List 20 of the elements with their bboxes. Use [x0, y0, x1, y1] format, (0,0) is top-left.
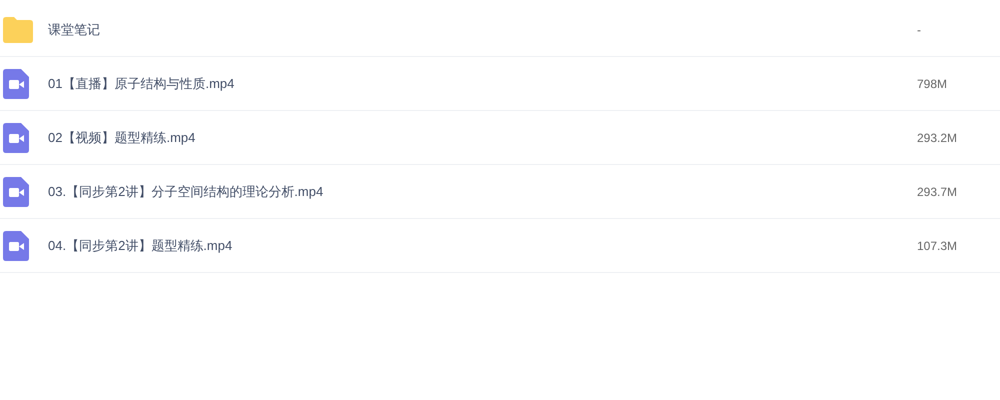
video-file-icon: [3, 122, 29, 152]
file-row[interactable]: 课堂笔记 -: [0, 3, 1000, 57]
video-file-icon: [3, 230, 29, 260]
file-name: 03.【同步第2讲】分子空间结构的理论分析.mp4: [48, 182, 324, 201]
file-row[interactable]: 04.【同步第2讲】题型精练.mp4 107.3M: [0, 219, 1000, 273]
file-name: 02【视频】题型精练.mp4: [48, 128, 196, 147]
file-name: 04.【同步第2讲】题型精练.mp4: [48, 236, 234, 255]
video-file-icon: [3, 176, 29, 206]
file-row[interactable]: 03.【同步第2讲】分子空间结构的理论分析.mp4 293.7M: [0, 165, 1000, 219]
folder-icon: [3, 16, 33, 42]
file-size: 107.3M: [917, 238, 958, 254]
file-size: -: [917, 22, 922, 38]
file-row[interactable]: 01【直播】原子结构与性质.mp4 798M: [0, 57, 1000, 111]
file-size: 293.7M: [917, 184, 958, 200]
video-file-icon: [3, 68, 29, 98]
file-row[interactable]: 02【视频】题型精练.mp4 293.2M: [0, 111, 1000, 165]
file-size: 798M: [917, 76, 948, 92]
file-name: 01【直播】原子结构与性质.mp4: [48, 74, 236, 93]
file-name: 课堂笔记: [48, 20, 101, 39]
file-size: 293.2M: [917, 130, 958, 146]
